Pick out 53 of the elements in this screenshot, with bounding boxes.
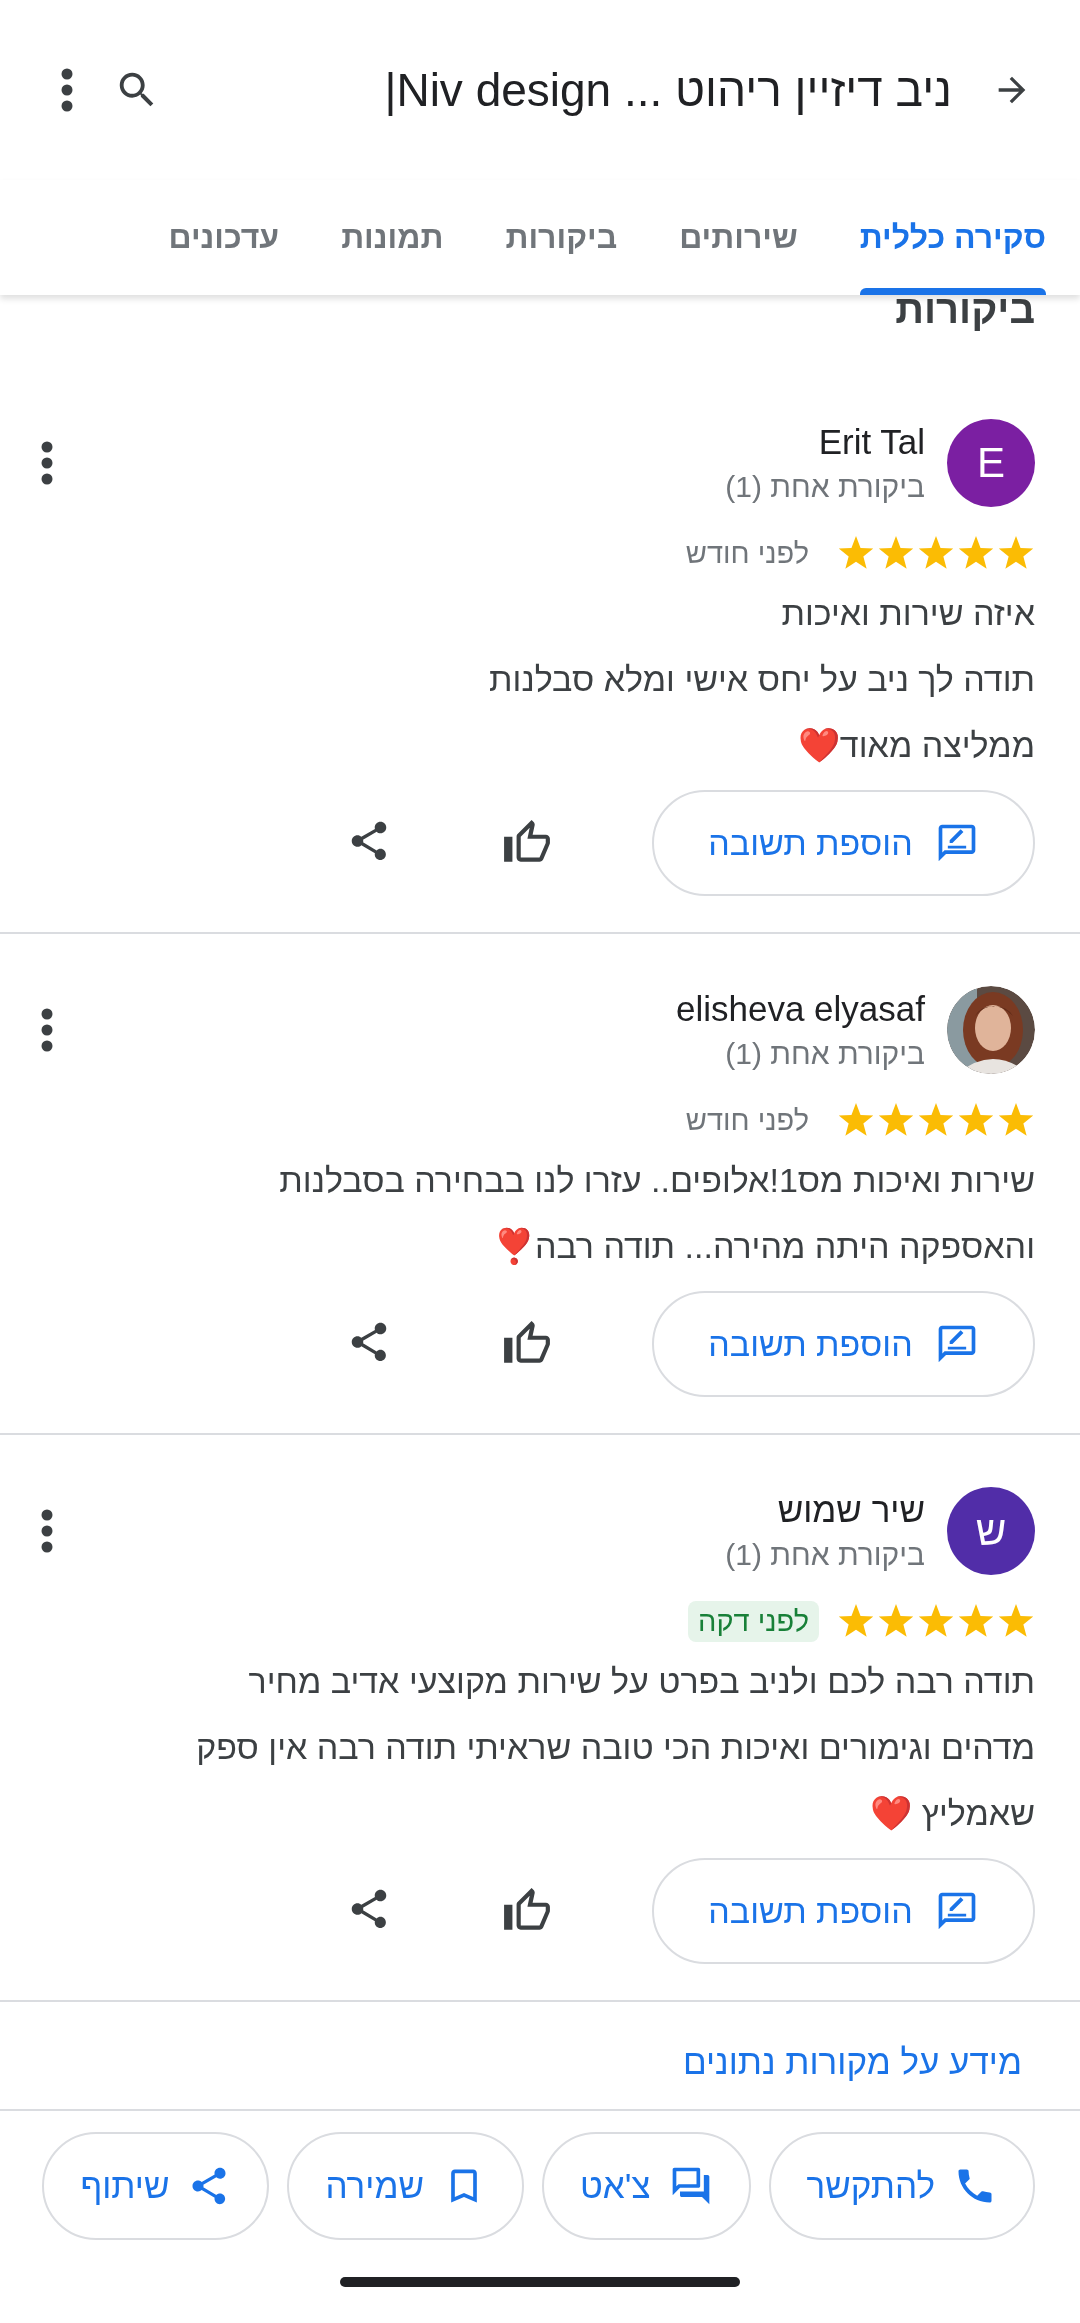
section-title: ביקורות	[894, 295, 1036, 333]
star-icon	[877, 535, 915, 572]
reply-button[interactable]: הוספת תשובה	[652, 1858, 1035, 1964]
search-query[interactable]: ניב דיזיין ריהוט ... Niv design|	[200, 63, 952, 117]
tab[interactable]: ביקורות	[505, 180, 618, 295]
review-text: שירות ואיכות מס1!אלופים.. עזרו לנו בבחירה בסבלנות	[278, 1160, 1035, 1201]
tab[interactable]: עדכונים	[168, 180, 280, 295]
review-text: והאספקה היתה מהירה... תודה רבה❣	[491, 1226, 1035, 1267]
tab[interactable]: סקירה כללית	[859, 180, 1046, 295]
star-icon	[877, 1102, 915, 1139]
reviewer-name[interactable]: שיר שמוש	[76, 1490, 925, 1530]
data-sources-link[interactable]: מידע על מקורות נתונים	[682, 2002, 1080, 2082]
review-count: ביקורת אחת (1)	[724, 470, 925, 504]
action-button[interactable]: צ'אט	[542, 2132, 751, 2240]
star-icon	[997, 535, 1035, 572]
review-time: לפני חודש	[684, 1103, 810, 1138]
reviewer-name[interactable]: elisheva elyasaf	[76, 989, 925, 1029]
more-icon[interactable]	[40, 441, 54, 485]
reply-button[interactable]: הוספת תשובה	[652, 1291, 1035, 1397]
review-time: לפני דקה	[688, 1601, 819, 1642]
review-text: ממליצה מאוד❤	[796, 725, 1035, 766]
review-text: מדהים וגימורים ואיכות הכי טובה שראיתי תודה רבה אין ספק	[195, 1727, 1035, 1768]
review-text: איזה שירות ואיכות	[780, 593, 1035, 634]
reviewer-name[interactable]: Erit Tal	[76, 422, 925, 462]
star-icon	[957, 1603, 995, 1640]
action-button[interactable]: שיתוף	[42, 2132, 270, 2240]
tab[interactable]: תמונות	[341, 180, 444, 295]
review-text: שאמליץ ❤	[869, 1793, 1035, 1834]
more-icon[interactable]	[40, 1509, 54, 1553]
review-text: תודה לך ניב על יחס אישי ומלא סבלנות	[488, 659, 1035, 700]
star-icon	[917, 1603, 955, 1640]
action-button[interactable]: להתקשר	[768, 2132, 1035, 2240]
avatar: E	[947, 419, 1035, 507]
avatar: ש	[947, 1487, 1035, 1575]
more-icon[interactable]	[60, 68, 74, 112]
star-icon	[837, 1603, 875, 1640]
review-count: ביקורת אחת (1)	[724, 1538, 925, 1572]
star-icon	[837, 535, 875, 572]
review-text: תודה רבה לכם ולניב בפרט על שירות מקוצעי אדיב מחיר	[247, 1661, 1035, 1702]
star-icon	[957, 535, 995, 572]
star-icon	[997, 1603, 1035, 1640]
more-icon[interactable]	[40, 1008, 54, 1052]
star-icon	[917, 1102, 955, 1139]
review-count: ביקורת אחת (1)	[724, 1037, 925, 1071]
star-icon	[877, 1603, 915, 1640]
star-icon	[997, 1102, 1035, 1139]
reply-button[interactable]: הוספת תשובה	[652, 790, 1035, 896]
review-time: לפני חודש	[684, 536, 810, 571]
tab[interactable]: שירותים	[679, 180, 798, 295]
star-icon	[837, 1102, 875, 1139]
action-button[interactable]: שמירה	[287, 2132, 524, 2240]
star-icon	[917, 535, 955, 572]
star-icon	[957, 1102, 995, 1139]
